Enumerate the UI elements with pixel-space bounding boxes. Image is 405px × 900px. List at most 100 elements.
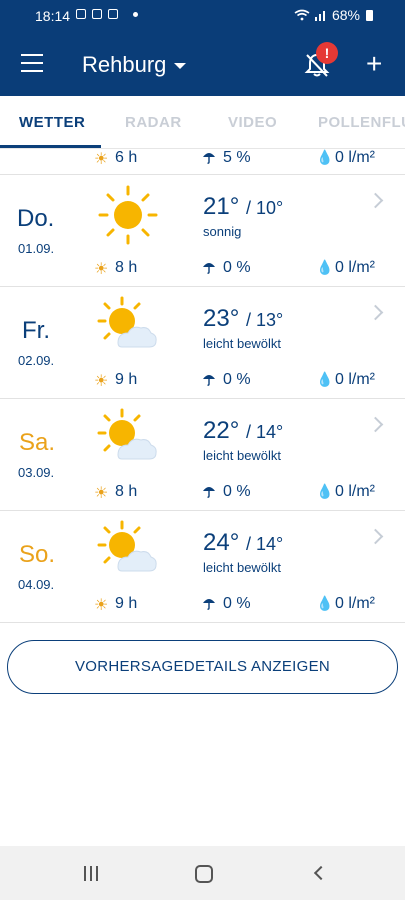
- umbrella-icon: [203, 599, 215, 610]
- day-date: 03.09.: [18, 465, 55, 480]
- chevron-right-icon[interactable]: [367, 192, 384, 209]
- gallery-icon: [76, 9, 86, 19]
- weather-description: sonnig: [203, 224, 242, 239]
- day-details: ☀ 8 h 0 % 💧 0 l/m²: [0, 259, 405, 283]
- forecast-partial-row: ☀ 6 h 5 % 💧 0 l/m²: [0, 149, 405, 175]
- app-bar: Rehburg ! +: [0, 32, 405, 96]
- instagram-icon: [108, 9, 118, 19]
- partly-cloudy-icon: [97, 520, 157, 572]
- high-temp: 23°: [203, 305, 240, 332]
- day-name: Do.: [17, 205, 55, 232]
- chevron-right-icon[interactable]: [367, 304, 384, 321]
- recents-icon[interactable]: [84, 866, 100, 881]
- weather-description: leicht bewölkt: [203, 448, 282, 463]
- sun-icon: [98, 185, 158, 245]
- rain-probability: 5 %: [223, 149, 251, 166]
- sunshine-hours: 9 h: [115, 595, 138, 612]
- forecast-day-friday[interactable]: Fr. 02.09. 23° / 13° leicht bewölkt ☀ 9 …: [0, 287, 405, 399]
- day-name: Sa.: [19, 429, 56, 456]
- rain-amount: 0 l/m²: [335, 371, 375, 388]
- wifi-icon: [294, 9, 310, 21]
- rain-amount: 0 l/m²: [335, 595, 375, 612]
- rain-probability: 0 %: [223, 595, 251, 612]
- partly-cloudy-icon: [97, 408, 157, 460]
- tab-wetter[interactable]: WETTER: [19, 114, 85, 131]
- city-selector[interactable]: Rehburg: [82, 52, 187, 78]
- add-location-icon[interactable]: +: [366, 50, 382, 78]
- rain-drops-icon: 💧: [316, 149, 334, 165]
- sunshine-hours: 6 h: [115, 149, 138, 166]
- caret-down-icon: [174, 63, 187, 69]
- day-name: Fr.: [22, 317, 50, 344]
- notification-icons: [76, 9, 118, 19]
- temperature: 22° / 14°: [203, 417, 283, 445]
- rain-drops-icon: 💧: [316, 259, 334, 275]
- battery-icon: [366, 9, 373, 21]
- rain-amount: 0 l/m²: [335, 259, 375, 276]
- temperature: 23° / 13°: [203, 305, 283, 333]
- menu-icon[interactable]: [21, 54, 43, 72]
- partly-cloudy-icon: [97, 296, 157, 348]
- sunshine-hours: 8 h: [115, 259, 138, 276]
- high-temp: 24°: [203, 529, 240, 556]
- system-nav-bar: [0, 846, 405, 900]
- umbrella-icon: [203, 263, 215, 274]
- low-temp: / 13°: [245, 310, 284, 330]
- weather-description: leicht bewölkt: [203, 560, 282, 575]
- sunshine-icon: ☀: [94, 261, 109, 278]
- city-name: Rehburg: [82, 52, 167, 77]
- forecast-day-saturday[interactable]: Sa. 03.09. 22° / 14° leicht bewölkt ☀ 8 …: [0, 399, 405, 511]
- rain-probability: 0 %: [223, 371, 251, 388]
- battery-percent: 68%: [331, 7, 360, 23]
- chevron-right-icon[interactable]: [367, 416, 384, 433]
- rain-drops-icon: 💧: [316, 483, 334, 499]
- day-name: So.: [19, 541, 56, 568]
- high-temp: 21°: [203, 193, 240, 220]
- tab-bar: WETTER RADAR VIDEO POLLENFLU: [0, 96, 405, 149]
- low-temp: / 14°: [245, 422, 284, 442]
- day-date: 02.09.: [18, 353, 55, 368]
- status-bar: 18:14 68%: [0, 0, 405, 32]
- alert-badge[interactable]: !: [316, 42, 338, 64]
- signal-icon: [314, 11, 325, 21]
- forecast-day-thursday[interactable]: Do. 01.09. 21° / 10° sonnig ☀ 8 h 0 % 💧 …: [0, 175, 405, 287]
- weather-description: leicht bewölkt: [203, 336, 282, 351]
- status-time: 18:14: [35, 8, 71, 24]
- active-tab-indicator: [0, 145, 101, 148]
- umbrella-icon: [203, 153, 215, 164]
- back-icon[interactable]: [313, 865, 329, 881]
- tab-video[interactable]: VIDEO: [228, 114, 277, 131]
- mail-icon: [92, 9, 102, 19]
- rain-amount: 0 l/m²: [335, 483, 375, 500]
- low-temp: / 10°: [245, 198, 284, 218]
- sunshine-icon: ☀: [94, 597, 109, 614]
- day-details: ☀ 9 h 0 % 💧 0 l/m²: [0, 371, 405, 395]
- low-temp: / 14°: [245, 534, 284, 554]
- day-details: ☀ 9 h 0 % 💧 0 l/m²: [0, 595, 405, 619]
- day-details: ☀ 6 h 5 % 💧 0 l/m²: [0, 149, 405, 173]
- tab-radar[interactable]: RADAR: [125, 114, 182, 131]
- temperature: 24° / 14°: [203, 529, 283, 557]
- day-date: 04.09.: [18, 577, 55, 592]
- high-temp: 22°: [203, 417, 240, 444]
- forecast-day-sunday[interactable]: So. 04.09. 24° / 14° leicht bewölkt ☀ 9 …: [0, 511, 405, 623]
- more-notifications-icon: [133, 12, 138, 17]
- tab-pollenflug[interactable]: POLLENFLU: [318, 114, 405, 131]
- sunshine-icon: ☀: [94, 485, 109, 502]
- temperature: 21° / 10°: [203, 193, 283, 221]
- forecast-details-button[interactable]: VORHERSAGEDETAILS ANZEIGEN: [7, 640, 398, 694]
- sunshine-icon: ☀: [94, 151, 109, 168]
- home-icon[interactable]: [195, 865, 213, 883]
- rain-drops-icon: 💧: [316, 371, 334, 387]
- sunshine-hours: 8 h: [115, 483, 138, 500]
- rain-probability: 0 %: [223, 259, 251, 276]
- rain-probability: 0 %: [223, 483, 251, 500]
- sunshine-hours: 9 h: [115, 371, 138, 388]
- sunshine-icon: ☀: [94, 373, 109, 390]
- day-details: ☀ 8 h 0 % 💧 0 l/m²: [0, 483, 405, 507]
- day-date: 01.09.: [18, 241, 55, 256]
- rain-drops-icon: 💧: [316, 595, 334, 611]
- umbrella-icon: [203, 487, 215, 498]
- chevron-right-icon[interactable]: [367, 528, 384, 545]
- rain-amount: 0 l/m²: [335, 149, 375, 166]
